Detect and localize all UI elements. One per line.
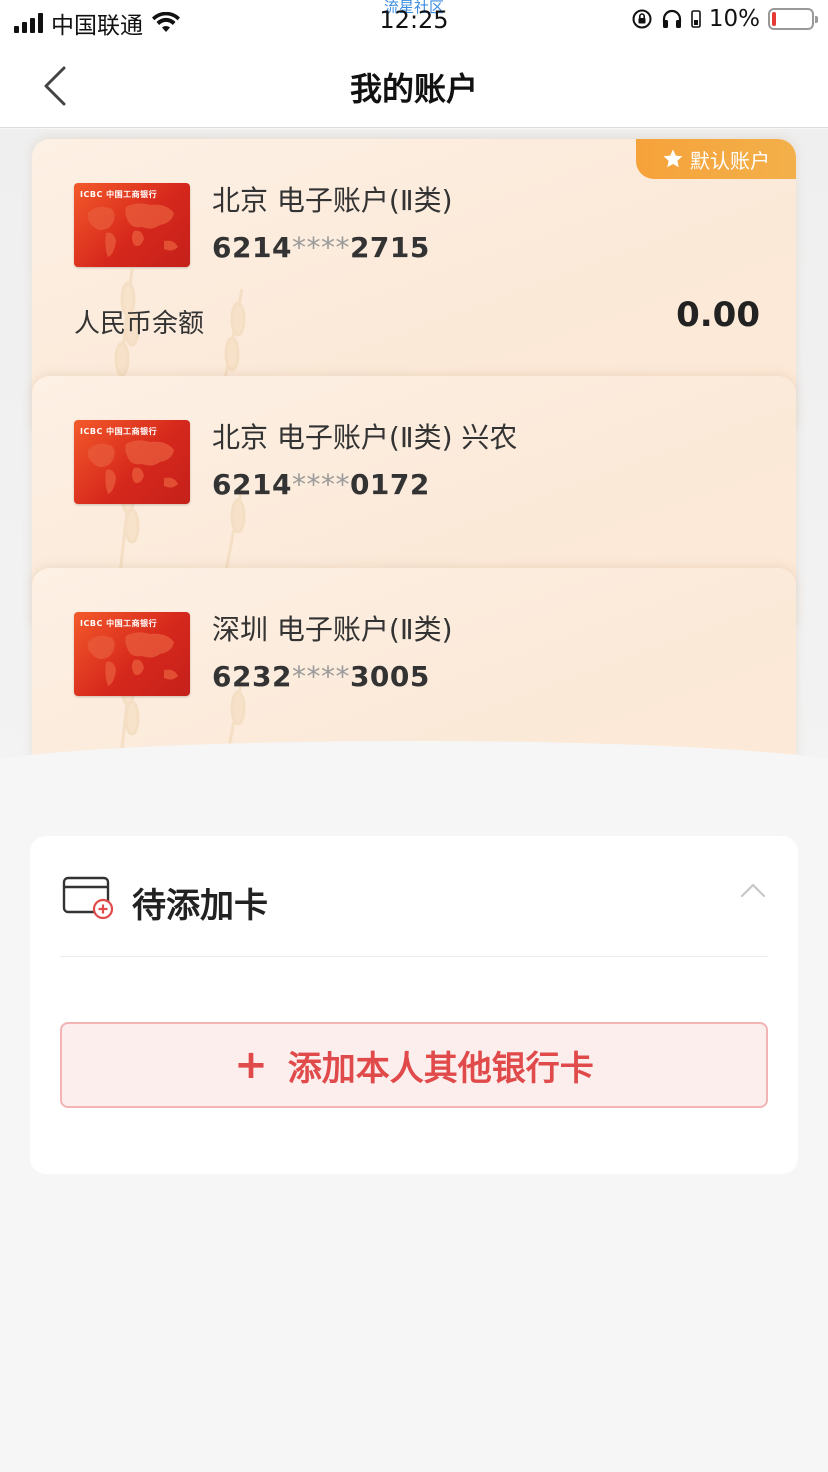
star-icon (663, 149, 683, 168)
account-number-suffix: 0172 (349, 468, 430, 501)
account-number-mask: **** (291, 231, 350, 264)
bank-logo-text: ICBC 中国工商银行 (80, 427, 158, 436)
card-add-icon (62, 876, 114, 920)
rotation-lock-icon (632, 9, 652, 29)
bank-card-image: ICBC 中国工商银行 (74, 420, 190, 504)
default-account-badge: 默认账户 (636, 139, 796, 179)
stack-bottom-curve (0, 741, 828, 789)
balance-value: 0.00 (676, 295, 760, 335)
pending-cards-panel: 待添加卡 + 添加本人其他银行卡 (30, 836, 798, 1174)
account-number: 6214****2715 (212, 231, 430, 264)
account-name: 北京 电子账户(Ⅱ类) (212, 184, 453, 217)
account-number-prefix: 6214 (212, 231, 292, 264)
headphones-icon (662, 9, 681, 28)
add-card-button-label: 添加本人其他银行卡 (287, 1048, 594, 1089)
account-card-stack: 默认账户 ICBC 中国工商银行 北京 电子账户(Ⅱ类) 6214****271… (0, 129, 828, 789)
bank-logo-text: ICBC 中国工商银行 (80, 190, 158, 199)
plus-icon: + (234, 1042, 268, 1088)
page-title: 我的账户 (349, 70, 478, 108)
account-number-prefix: 6214 (212, 468, 292, 501)
divider (60, 956, 768, 957)
bank-logo-text: ICBC 中国工商银行 (80, 619, 158, 628)
account-number-prefix: 6232 (212, 660, 292, 693)
bank-card-image: ICBC 中国工商银行 (74, 612, 190, 696)
pending-section-title: 待添加卡 (132, 886, 268, 926)
battery-level (772, 12, 776, 26)
account-number-mask: **** (291, 468, 350, 501)
account-number: 6232****3005 (212, 660, 430, 693)
battery-percent: 10% (708, 6, 760, 32)
balance-label: 人民币余额 (74, 309, 205, 339)
account-number: 6214****0172 (212, 468, 430, 501)
account-number-mask: **** (291, 660, 350, 693)
account-name: 深圳 电子账户(Ⅱ类) (212, 613, 453, 646)
battery-icon (768, 8, 818, 30)
status-right: 10% (631, 6, 818, 32)
add-other-bank-card-button[interactable]: + 添加本人其他银行卡 (60, 1022, 768, 1108)
account-number-suffix: 3005 (349, 660, 430, 693)
account-name: 北京 电子账户(Ⅱ类) 兴农 (212, 421, 518, 454)
status-bar: 中国联通 流星社区 12:25 10% (0, 0, 828, 44)
battery-small-icon (691, 10, 701, 28)
default-badge-label: 默认账户 (690, 148, 770, 173)
bank-card-image: ICBC 中国工商银行 (74, 183, 190, 267)
account-number-suffix: 2715 (349, 231, 430, 264)
nav-bar: 我的账户 (0, 44, 828, 128)
chevron-up-icon[interactable] (740, 882, 766, 898)
